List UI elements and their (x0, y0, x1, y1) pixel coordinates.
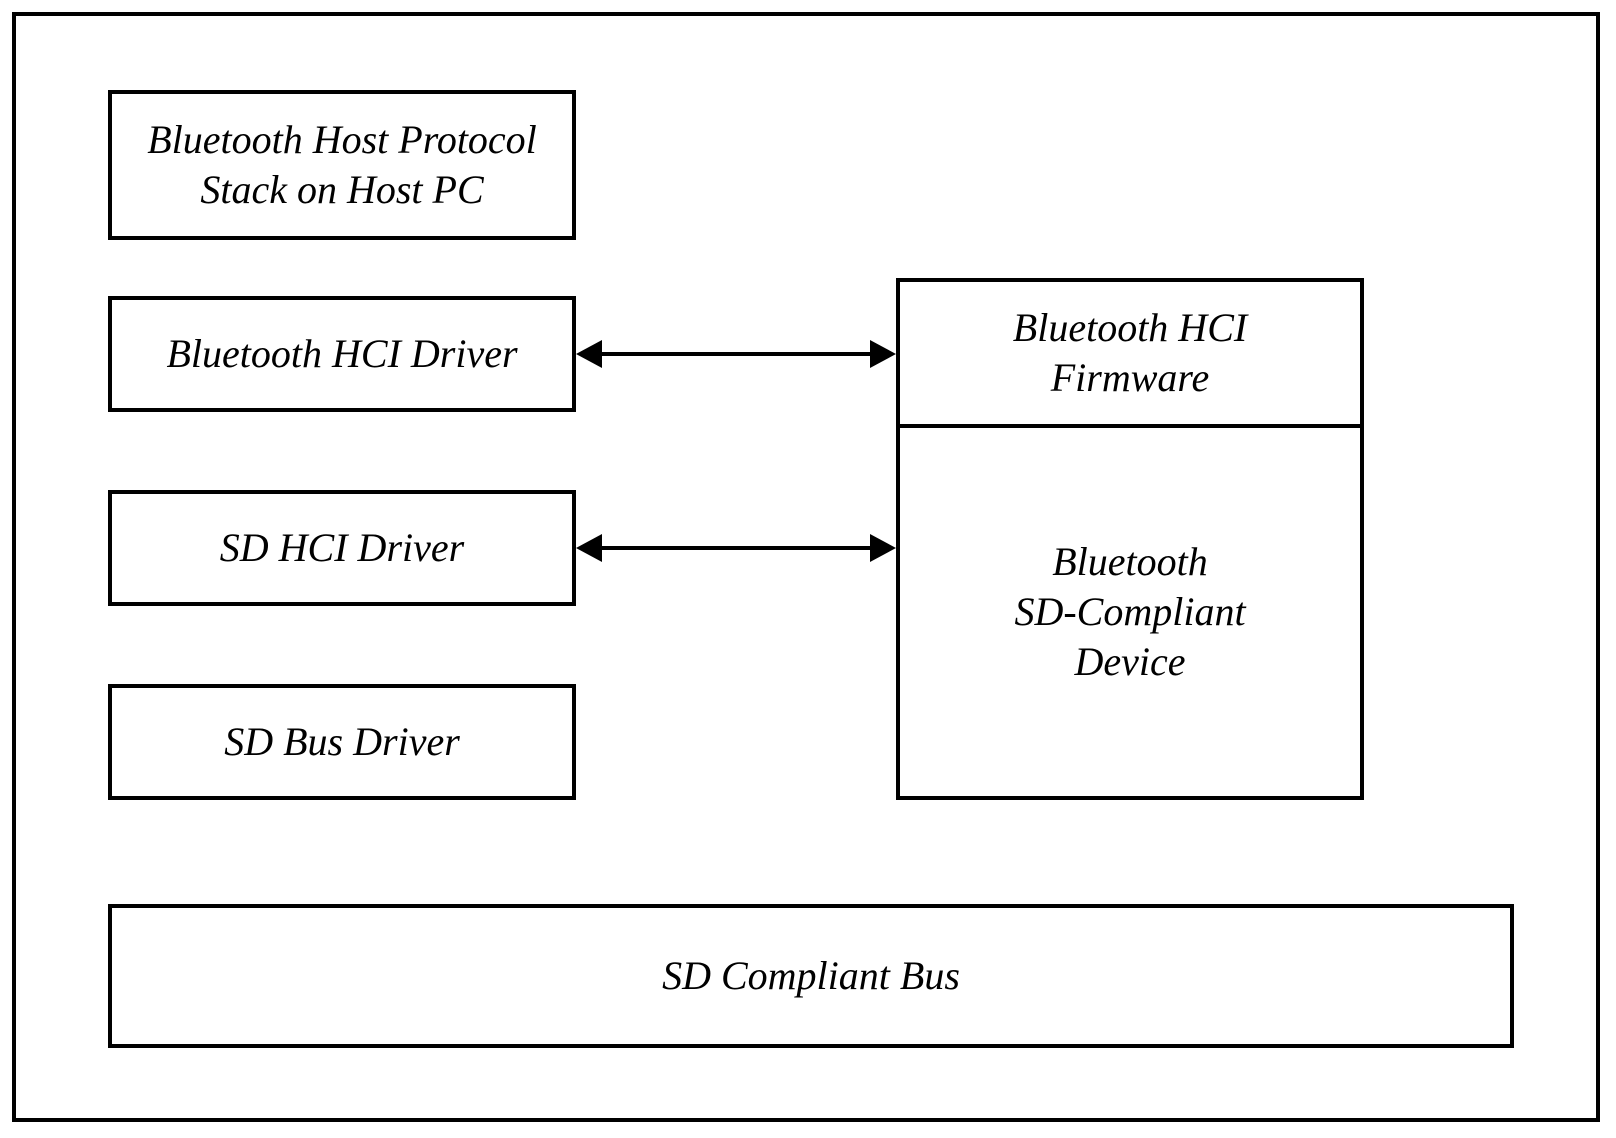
box-sd-compliant-bus: SD Compliant Bus (108, 904, 1514, 1048)
box-sd-bus-driver: SD Bus Driver (108, 684, 576, 800)
box-host-protocol-stack: Bluetooth Host Protocol Stack on Host PC (108, 90, 576, 240)
box-bluetooth-sd-compliant-device: Bluetooth SD-Compliant Device (896, 424, 1364, 800)
diagram-canvas: Bluetooth Host Protocol Stack on Host PC… (0, 0, 1616, 1138)
box-bluetooth-hci-firmware: Bluetooth HCI Firmware (896, 278, 1364, 428)
box-bluetooth-hci-driver: Bluetooth HCI Driver (108, 296, 576, 412)
box-sd-hci-driver: SD HCI Driver (108, 490, 576, 606)
